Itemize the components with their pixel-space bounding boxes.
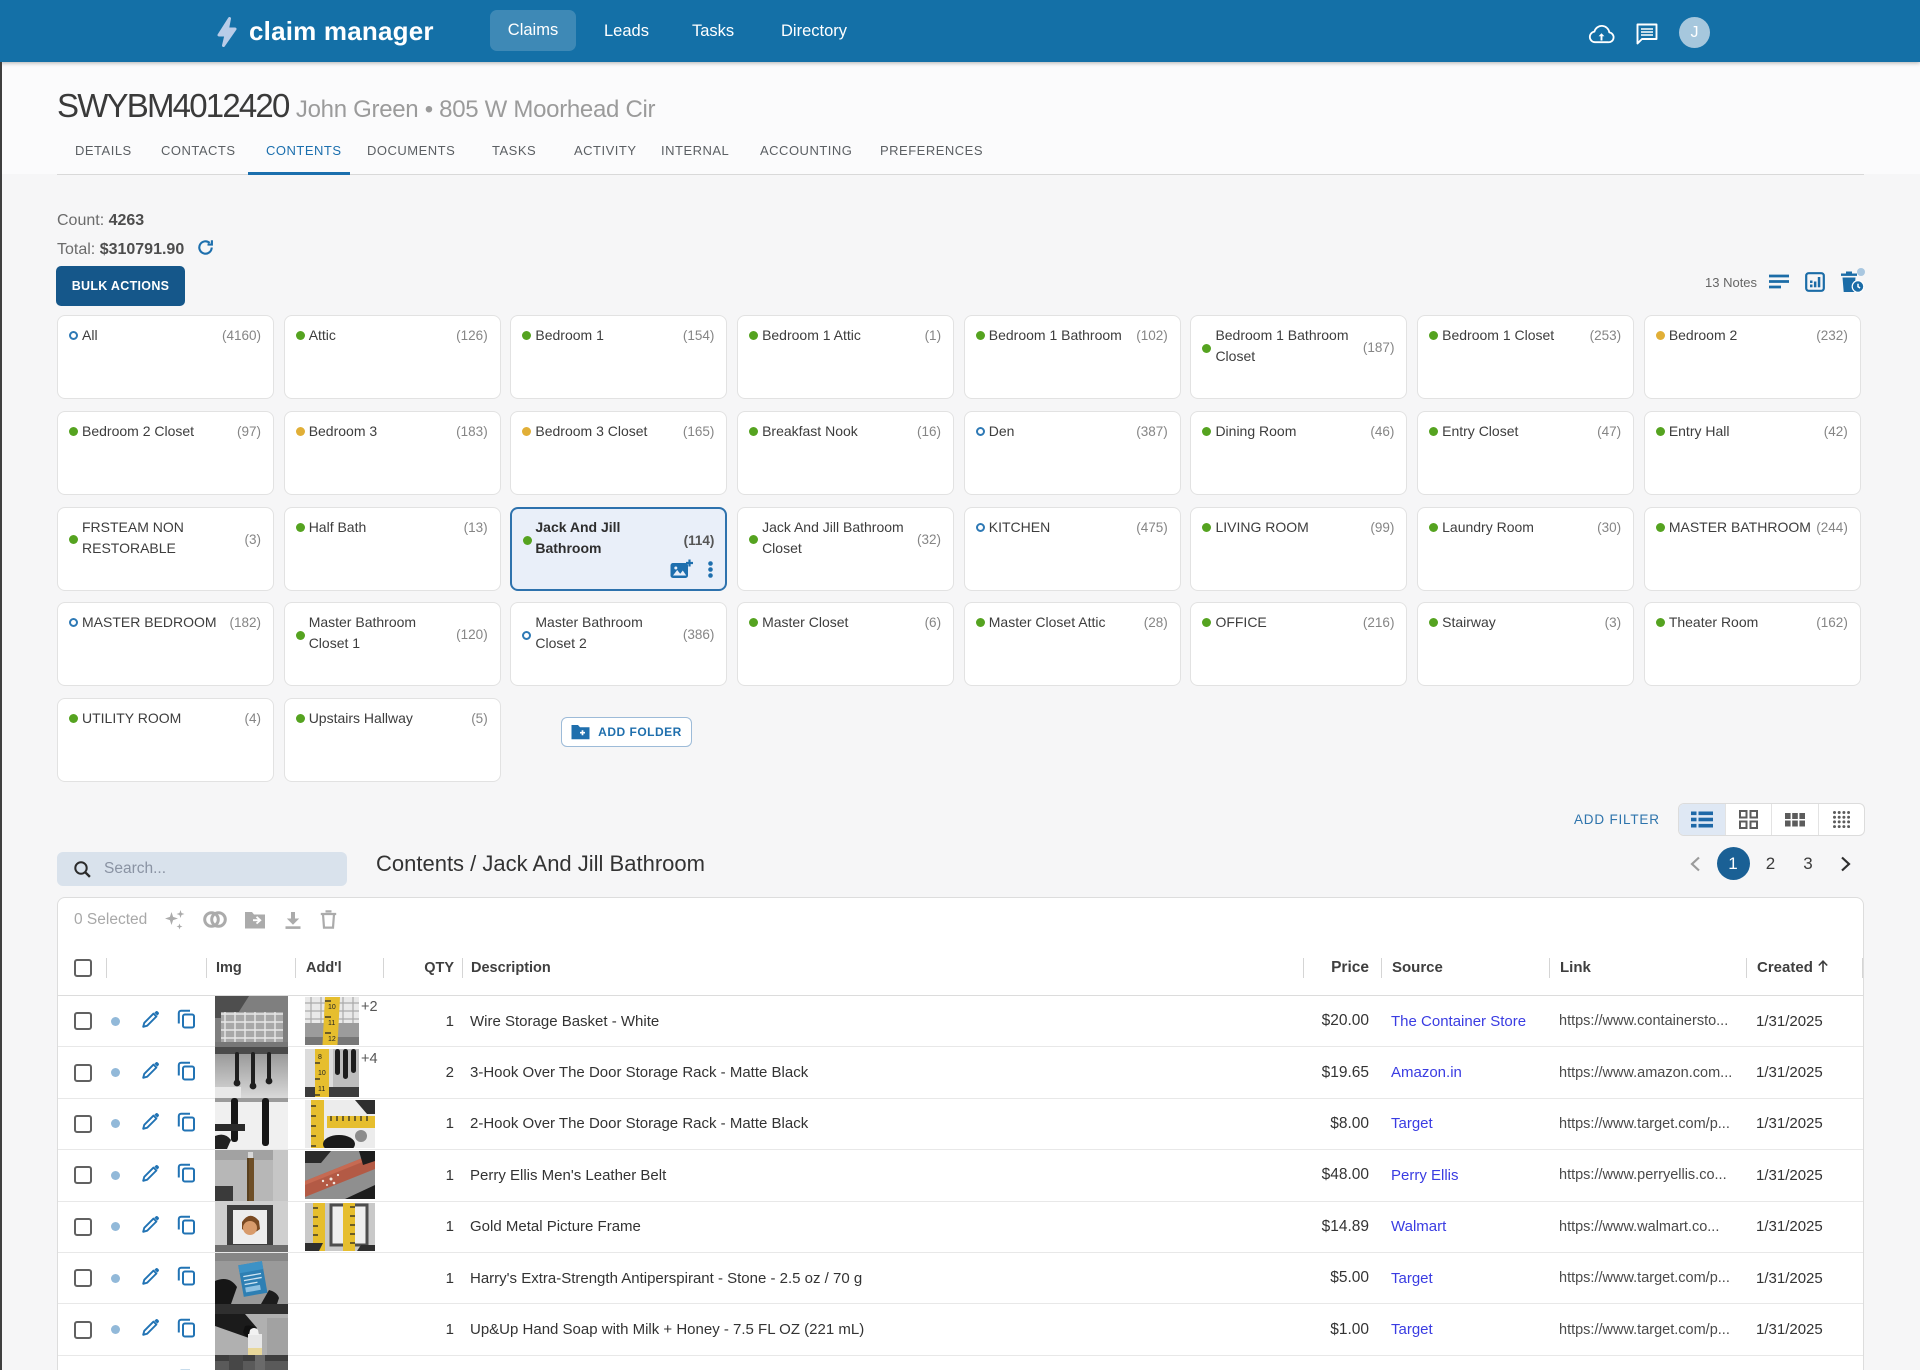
svg-text:10: 10 — [318, 1070, 326, 1077]
svg-text:11: 11 — [328, 1020, 335, 1027]
svg-text:12: 12 — [328, 1036, 336, 1043]
svg-text:8: 8 — [318, 1054, 322, 1061]
svg-text:10: 10 — [328, 1004, 336, 1011]
svg-text:11: 11 — [318, 1086, 325, 1093]
